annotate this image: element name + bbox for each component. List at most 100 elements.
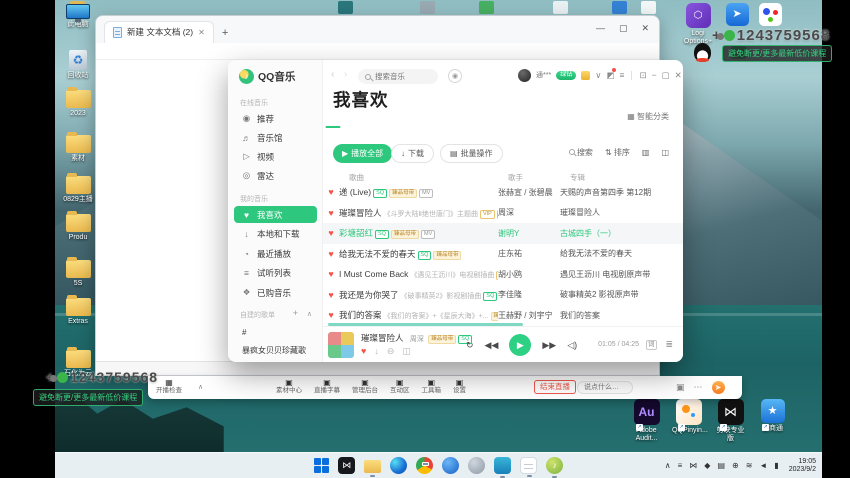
play-pause-button[interactable]: ▶ bbox=[509, 334, 531, 356]
desktop-icon-baidu[interactable] bbox=[750, 3, 790, 26]
collapse-playlists-icon[interactable]: ∧ bbox=[307, 310, 312, 318]
tab-close-icon[interactable]: ✕ bbox=[198, 28, 205, 37]
song-row[interactable]: ♥ 递 (Live)SQ臻品母带MV 张赫宣 / 张碧晨 天赐的声音第四季 第1… bbox=[323, 182, 683, 203]
song-album[interactable]: 古城四手（一） bbox=[560, 228, 683, 239]
song-artist[interactable]: 王赫野 / 刘宇宁 bbox=[498, 310, 560, 321]
favorite-heart-icon[interactable]: ♥ bbox=[323, 187, 339, 197]
favorite-heart-icon[interactable]: ♥ bbox=[323, 228, 339, 238]
now-playing-title[interactable]: 璀璨冒险人 bbox=[361, 333, 404, 343]
maximize-button[interactable]: ▢ bbox=[619, 23, 628, 34]
taskbar-qqmusic-icon[interactable]: ♪ bbox=[546, 457, 563, 474]
minimize-button[interactable]: − bbox=[652, 70, 657, 80]
taskbar-app-icon[interactable] bbox=[494, 457, 511, 474]
song-album[interactable]: 遇见王沥川 电视剧原声带 bbox=[560, 269, 683, 280]
notepad-titlebar[interactable]: 新建 文本文档 (2) ✕ + — ▢ ✕ bbox=[96, 16, 659, 43]
ime-icon[interactable]: ⊕ bbox=[732, 461, 739, 470]
desktop-icon[interactable]: 此电脑 bbox=[58, 4, 98, 29]
desktop-icon[interactable]: ⋈ 剪映专业版 bbox=[714, 399, 747, 443]
taskbar-app-icon[interactable] bbox=[468, 457, 485, 474]
collapse-caret-icon[interactable]: ∧ bbox=[198, 383, 203, 391]
song-artist[interactable]: 李佳隆 bbox=[498, 289, 560, 300]
menu-icon[interactable]: ≡ bbox=[678, 461, 683, 470]
desktop-icon[interactable] bbox=[479, 1, 494, 14]
toolbar-item[interactable]: ▦ 开播检查 bbox=[156, 378, 182, 395]
sidebar-item[interactable]: ◎ 雷达 bbox=[234, 167, 317, 184]
volume-icon[interactable]: ◁) bbox=[567, 340, 577, 351]
wifi-icon[interactable]: ≋ bbox=[746, 461, 753, 470]
comment-icon[interactable]: ⊖ bbox=[387, 346, 395, 357]
play-queue-icon[interactable]: ≣ bbox=[665, 339, 673, 350]
smart-sort-button[interactable]: ▦ 智能分类 bbox=[627, 111, 669, 122]
song-row[interactable]: ♥ 璀璨冒险人《斗罗大陆Ⅱ绝世唐门》主题曲VIPMV 周深 璀璨冒险人 bbox=[323, 203, 683, 224]
add-playlist-icon[interactable]: + bbox=[293, 308, 298, 318]
song-album[interactable]: 给我无法不爱的春天 bbox=[560, 248, 683, 259]
sidebar-item[interactable]: ♥ 我喜欢 bbox=[234, 206, 317, 223]
toolbar-item[interactable]: ▣ 管理后台 bbox=[352, 378, 378, 395]
maximize-button[interactable]: ▢ bbox=[662, 70, 670, 81]
search-box[interactable] bbox=[358, 69, 438, 84]
mic-icon[interactable]: ◆ bbox=[704, 461, 710, 470]
favorite-heart-icon[interactable]: ♥ bbox=[361, 346, 366, 357]
desktop-icon[interactable]: 素材 bbox=[58, 135, 98, 163]
desktop-icon[interactable]: Au Adobe Audit... bbox=[630, 399, 663, 443]
song-album[interactable]: 天赐的声音第四季 第12期 bbox=[560, 187, 683, 198]
favorite-heart-icon[interactable]: ♥ bbox=[323, 310, 339, 320]
song-album[interactable]: 破事精英2 影视原声带 bbox=[560, 289, 683, 300]
volume-icon[interactable]: ◄ bbox=[759, 461, 767, 470]
desktop-icon[interactable]: 2023 bbox=[58, 90, 98, 118]
more-icon[interactable]: ⋯ bbox=[694, 382, 703, 393]
desktop-icon[interactable]: 5S bbox=[58, 260, 98, 288]
mini-mode-icon[interactable]: ⊡ bbox=[639, 70, 646, 81]
battery-icon[interactable]: ▮ bbox=[774, 461, 778, 470]
loop-mode-icon[interactable]: ↻ bbox=[466, 340, 474, 351]
desktop-icon[interactable]: 0829主播 bbox=[58, 176, 98, 204]
sidebar-item[interactable]: ♬ 音乐馆 bbox=[234, 129, 317, 146]
minimize-button[interactable]: — bbox=[596, 23, 605, 34]
sidebar-item[interactable]: ◔ 最近播放 bbox=[234, 245, 317, 262]
song-artist[interactable]: 胡小鸥 bbox=[498, 269, 560, 280]
desktop-icon[interactable] bbox=[420, 1, 435, 14]
sidebar-item[interactable]: ❖ 已购音乐 bbox=[234, 284, 317, 301]
grid-view-icon[interactable]: ◫ bbox=[661, 148, 669, 157]
end-live-button[interactable]: 结束直播 bbox=[534, 380, 576, 394]
user-avatar[interactable] bbox=[518, 69, 531, 82]
song-album[interactable]: 璀璨冒险人 bbox=[560, 207, 683, 218]
notepad-tab[interactable]: 新建 文本文档 (2) ✕ bbox=[104, 21, 214, 43]
listen-recognize-icon[interactable]: ◉ bbox=[448, 69, 462, 83]
song-artist[interactable]: 周深 bbox=[498, 207, 560, 218]
download-button[interactable]: ↓ 下载 bbox=[391, 144, 434, 163]
taskbar-edge-icon[interactable] bbox=[390, 457, 407, 474]
keyboard-icon[interactable]: ▤ bbox=[717, 461, 725, 470]
toolbar-item[interactable]: ▣ 工具箱 bbox=[422, 378, 442, 395]
desktop-icon[interactable]: ★ 星商通 bbox=[756, 399, 789, 443]
search-in-list-button[interactable]: 搜索 bbox=[569, 147, 593, 158]
sidebar-playlist-item[interactable]: 暴疯女贝贝珍藏歌 bbox=[234, 342, 317, 359]
list-view-icon[interactable]: ▥ bbox=[642, 148, 650, 157]
previous-track-icon[interactable]: ◀◀ bbox=[485, 340, 499, 351]
capcut-tray-icon[interactable]: ⋈ bbox=[689, 461, 697, 470]
desktop-icon[interactable] bbox=[338, 1, 353, 14]
share-icon[interactable]: ◫ bbox=[402, 346, 411, 357]
taskbar-app-icon[interactable] bbox=[442, 457, 459, 474]
search-input[interactable] bbox=[375, 72, 430, 81]
main-menu-icon[interactable]: ≡ bbox=[619, 70, 624, 80]
toolbar-item[interactable]: ▣ 直播字幕 bbox=[314, 378, 340, 395]
back-icon[interactable]: ‹ bbox=[331, 69, 334, 80]
sidebar-playlist-item[interactable]: # bbox=[234, 324, 317, 341]
sidebar-playlist-item[interactable]: 广告音乐 bbox=[234, 360, 317, 362]
toolbar-item[interactable]: ▣ 设置 bbox=[453, 378, 466, 395]
caret-up-icon[interactable]: ∧ bbox=[665, 461, 671, 470]
next-track-icon[interactable]: ▶▶ bbox=[542, 340, 556, 351]
song-artist[interactable]: 谢明Y bbox=[498, 228, 560, 239]
song-row[interactable]: ♥ 我还是为你哭了《破事精英2》影视剧插曲SQ臻品母带 李佳隆 破事精英2 影视… bbox=[323, 285, 683, 306]
toolbar-item[interactable]: ▣ 互动区 bbox=[390, 378, 410, 395]
sort-button[interactable]: ⇅ 排序 bbox=[605, 147, 630, 158]
desktop-icon[interactable]: Produ bbox=[58, 214, 98, 242]
taskbar-explorer-icon[interactable] bbox=[364, 460, 381, 473]
taskbar-notepad-icon[interactable] bbox=[520, 457, 537, 474]
download-icon[interactable]: ↓ bbox=[374, 346, 379, 357]
forward-icon[interactable]: › bbox=[344, 69, 347, 80]
sidebar-item[interactable]: ◉ 推荐 bbox=[234, 110, 317, 127]
chevron-down-icon[interactable]: ∨ bbox=[595, 70, 601, 81]
favorite-heart-icon[interactable]: ♥ bbox=[323, 269, 339, 279]
